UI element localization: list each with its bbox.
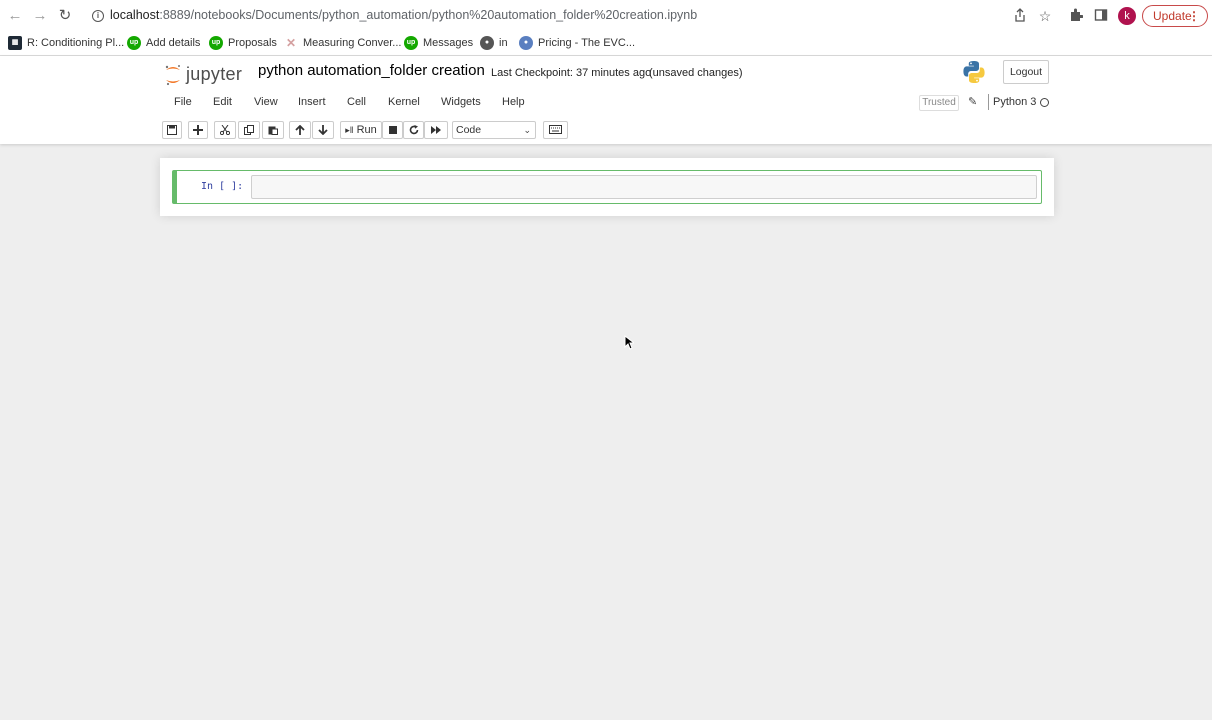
profile-avatar[interactable]: k (1118, 7, 1136, 25)
address-bar[interactable]: i localhost:8889/notebooks/Documents/pyt… (84, 4, 1062, 28)
keyboard-icon (549, 125, 562, 134)
address-row: ← → ↻ i localhost:8889/notebooks/Documen… (0, 0, 1212, 32)
menu-bar: File Edit View Insert Cell Kernel Widget… (160, 91, 1054, 115)
cut-button[interactable] (214, 121, 236, 139)
side-panel-icon[interactable] (1093, 8, 1109, 24)
trusted-indicator[interactable]: Trusted (919, 95, 959, 111)
menu-widgets[interactable]: Widgets (441, 96, 481, 108)
url-text[interactable]: localhost:8889/notebooks/Documents/pytho… (110, 8, 697, 22)
bookmarks-bar: ▦ R: Conditioning Pl... up Add details up P… (0, 32, 1212, 54)
jupyter-logo-text: jupyter (186, 64, 243, 84)
interrupt-kernel-button[interactable] (382, 121, 403, 139)
menu-edit[interactable]: Edit (213, 96, 232, 108)
command-palette-button[interactable] (543, 121, 568, 139)
arrow-down-icon (318, 125, 328, 135)
kernel-divider (988, 94, 989, 110)
move-down-button[interactable] (312, 121, 334, 139)
menu-view[interactable]: View (254, 96, 278, 108)
checkpoint-status: Last Checkpoint: 37 minutes ago (491, 67, 652, 79)
fast-forward-icon (430, 126, 441, 134)
cell-prompt: In [ ]: (201, 181, 244, 192)
cell-type-select[interactable]: Code ⌄ (452, 121, 536, 139)
bookmark-messages[interactable]: up Messages (404, 35, 473, 51)
chevron-down-icon: ⌄ (523, 125, 531, 135)
move-up-button[interactable] (289, 121, 311, 139)
restart-run-all-button[interactable] (424, 121, 448, 139)
copy-button[interactable] (238, 121, 260, 139)
jupyter-logo-icon (165, 65, 180, 86)
site-info-icon[interactable]: i (92, 10, 104, 22)
autosave-status: (unsaved changes) (649, 67, 743, 79)
paste-button[interactable] (262, 121, 284, 139)
bookmark-proposals[interactable]: up Proposals (209, 35, 277, 51)
update-button[interactable]: Update ⋮ (1142, 5, 1208, 27)
bookmark-site-icon: ▦ (8, 36, 22, 50)
bookmark-conditioning[interactable]: ▦ R: Conditioning Pl... (8, 35, 124, 51)
browser-chrome: ← → ↻ i localhost:8889/notebooks/Documen… (0, 0, 1212, 56)
globe-icon: ● (480, 36, 494, 50)
stop-icon (388, 126, 397, 134)
restart-kernel-button[interactable] (403, 121, 424, 139)
code-cell[interactable]: In [ ]: (172, 170, 1042, 204)
restart-icon (409, 125, 418, 135)
bookmark-add-details[interactable]: up Add details (127, 35, 200, 51)
plus-icon (193, 125, 203, 135)
bookmark-measuring-conversions[interactable]: ✕ Measuring Conver... (284, 35, 401, 51)
cell-input[interactable] (251, 175, 1037, 199)
jupyter-logo[interactable]: jupyter (164, 62, 248, 88)
bookmark-pricing[interactable]: ● Pricing - The EVC... (519, 35, 635, 51)
step-forward-icon: ▸‖ (345, 125, 354, 135)
notebook-container: In [ ]: (160, 158, 1054, 216)
paste-icon (268, 126, 278, 135)
reload-button[interactable]: ↻ (56, 7, 74, 25)
bookmark-site-icon: ● (519, 36, 533, 50)
save-icon (167, 125, 177, 135)
menu-file[interactable]: File (174, 96, 192, 108)
back-button[interactable]: ← (6, 7, 24, 25)
insert-cell-button[interactable] (188, 121, 208, 139)
scissors-icon (220, 125, 230, 135)
menu-cell[interactable]: Cell (347, 96, 366, 108)
logout-button[interactable]: Logout (1003, 60, 1049, 84)
extensions-icon[interactable] (1068, 8, 1084, 24)
python-logo-icon (963, 61, 985, 83)
forward-button[interactable]: → (31, 7, 49, 25)
bookmark-star-icon[interactable]: ☆ (1037, 8, 1053, 24)
mouse-pointer-icon (624, 335, 634, 350)
kernel-name[interactable]: Python 3 (993, 96, 1036, 108)
jupyter-header: jupyter python automation_folder creatio… (0, 56, 1212, 144)
save-button[interactable] (162, 121, 182, 139)
pencil-icon[interactable]: ✎ (968, 95, 980, 109)
upwork-icon: up (404, 36, 418, 50)
menu-insert[interactable]: Insert (298, 96, 326, 108)
kernel-idle-icon (1040, 98, 1049, 107)
bookmark-in[interactable]: ● in (480, 35, 508, 51)
notebook-toolbar: ▸‖ Run Code ⌄ (160, 118, 1054, 142)
menu-kernel[interactable]: Kernel (388, 96, 420, 108)
upwork-icon: up (127, 36, 141, 50)
menu-help[interactable]: Help (502, 96, 525, 108)
arrow-up-icon (295, 125, 305, 135)
bookmark-site-icon: ✕ (285, 36, 297, 50)
copy-icon (244, 125, 254, 135)
upwork-icon: up (209, 36, 223, 50)
chrome-menu-icon[interactable]: ⋮ (1188, 6, 1200, 26)
notebook-title[interactable]: python automation_folder creation (258, 62, 485, 79)
run-button[interactable]: ▸‖ Run (340, 121, 382, 139)
share-icon[interactable] (1012, 8, 1028, 24)
